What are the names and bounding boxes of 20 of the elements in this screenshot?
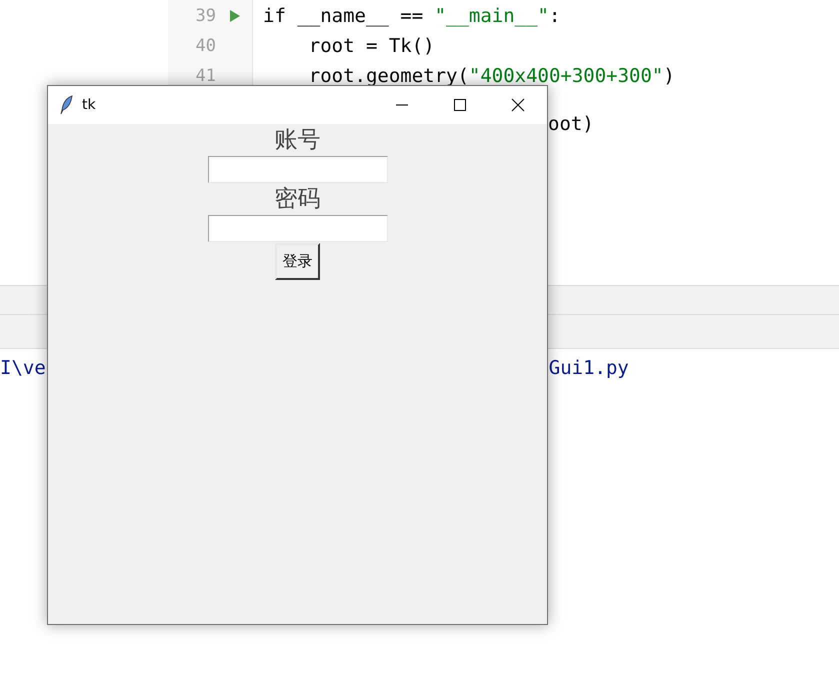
field-label: 密码	[274, 185, 320, 214]
input-field[interactable]	[208, 215, 388, 242]
line-number: 41	[194, 66, 216, 86]
code-line: oot)	[548, 113, 594, 135]
field-label: 账号	[274, 126, 320, 155]
minimize-icon	[396, 104, 408, 106]
line-number: 40	[194, 36, 216, 56]
input-field[interactable]	[208, 156, 388, 183]
feather-icon	[60, 95, 74, 115]
code-line: if __name__ == "__main__":	[262, 5, 560, 27]
close-icon	[511, 98, 525, 112]
line-number: 39	[194, 6, 216, 26]
run-icon[interactable]	[228, 9, 240, 23]
code-line: root.geometry("400x400+300+300")	[308, 65, 675, 87]
console-text: Gui1.py	[548, 357, 629, 379]
console-text: I\ve	[0, 357, 46, 379]
window-title: tk	[82, 97, 97, 113]
login-button[interactable]: 登录	[275, 243, 320, 280]
maximize-icon	[454, 99, 466, 111]
code-line: root = Tk()	[308, 35, 435, 57]
